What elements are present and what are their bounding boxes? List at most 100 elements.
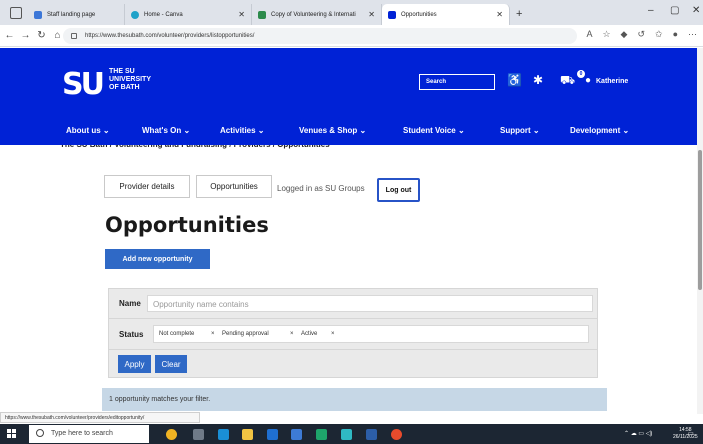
close-tab-icon[interactable]: ✕ <box>496 10 503 19</box>
cart-count-badge: 0 <box>577 70 585 78</box>
logo-text[interactable]: THE SU UNIVERSITY OF BATH <box>109 68 151 92</box>
site-header: SU THE SU UNIVERSITY OF BATH Search ♿ ✱ … <box>0 48 703 145</box>
outlook-icon[interactable] <box>366 429 377 440</box>
logo-line: UNIVERSITY <box>109 76 152 83</box>
settings-gear-icon[interactable]: ✱ <box>533 73 543 87</box>
nav-whats-on[interactable]: What's On ⌄ <box>142 126 220 135</box>
su-logo[interactable]: SU <box>62 67 105 102</box>
status-tag-active: Active <box>301 331 318 337</box>
browser-tab-strip: Staff landing page Home - Canva ✕ Copy o… <box>0 0 703 25</box>
logo-line: THE SU <box>109 68 135 75</box>
refresh-icon[interactable]: ↻ <box>35 30 48 41</box>
provider-details-button[interactable]: Provider details <box>104 175 190 198</box>
tab-staff-landing[interactable]: Staff landing page <box>28 4 125 25</box>
logged-in-text: Logged in as SU Groups <box>277 184 365 193</box>
app-icon[interactable] <box>341 429 352 440</box>
more-icon[interactable]: ⋯ <box>688 29 697 40</box>
window-menu-icon[interactable] <box>10 7 22 19</box>
name-label: Name <box>119 299 141 308</box>
status-tag-pending-approval: Pending approval <box>222 331 269 337</box>
name-filter-input[interactable]: Opportunity name contains <box>147 295 593 312</box>
nav-activities[interactable]: Activities ⌄ <box>220 126 299 135</box>
divider <box>109 318 597 319</box>
taskbar-search-input[interactable]: Type here to search <box>29 425 149 443</box>
close-tab-icon[interactable]: ✕ <box>368 10 375 19</box>
edge-icon[interactable] <box>218 429 229 440</box>
maximize-icon[interactable]: ▢ <box>670 5 679 16</box>
url-text: https://www.thesubath.com/volunteer/prov… <box>85 33 255 39</box>
tab-label: Home - Canva <box>144 11 183 18</box>
status-tag-not-complete: Not complete <box>159 331 195 337</box>
log-out-button[interactable]: Log out <box>377 178 420 202</box>
tab-canva[interactable]: Home - Canva ✕ <box>125 4 252 25</box>
remove-tag-icon[interactable]: × <box>211 331 215 337</box>
search-icon <box>36 429 44 437</box>
profile-icon[interactable]: ● <box>673 29 678 40</box>
basket-icon[interactable]: ⛟ <box>560 73 575 89</box>
nav-student-voice[interactable]: Student Voice ⌄ <box>403 126 500 135</box>
nav-venues-shop[interactable]: Venues & Shop ⌄ <box>299 126 403 135</box>
task-view-icon[interactable] <box>193 429 204 440</box>
taskbar-search-placeholder: Type here to search <box>51 430 113 437</box>
windows-taskbar: Type here to search ⌃ ☁ ▭ ◁) 14:58 26/11… <box>0 424 703 444</box>
clear-button[interactable]: Clear <box>155 355 187 373</box>
status-bar-url: https://www.thesubath.com/volunteer/prov… <box>0 412 200 423</box>
back-icon[interactable]: ← <box>3 30 16 41</box>
result-message: 1 opportunity matches your filter. <box>102 388 607 411</box>
address-bar-row: ← → ↻ ⌂ https://www.thesubath.com/volunt… <box>0 25 703 47</box>
tab-copy-volunteering[interactable]: Copy of Volunteering & Internati ✕ <box>252 4 382 25</box>
read-aloud-icon[interactable]: A <box>586 29 592 40</box>
minimize-icon[interactable]: – <box>648 5 654 16</box>
scrollbar-thumb[interactable] <box>698 150 702 290</box>
system-tray-icons[interactable]: ⌃ ☁ ▭ ◁) <box>624 430 652 437</box>
favorites-icon[interactable]: ✩ <box>655 29 663 40</box>
nav-support[interactable]: Support ⌄ <box>500 126 570 135</box>
status-filter-select[interactable]: Not complete × Pending approval × Active… <box>153 325 589 343</box>
name-placeholder: Opportunity name contains <box>153 300 249 309</box>
page-title: Opportunities <box>105 213 269 237</box>
chrome-icon[interactable] <box>391 429 402 440</box>
apply-button[interactable]: Apply <box>118 355 151 373</box>
notifications-icon[interactable]: ▭ <box>688 430 694 437</box>
teams-icon[interactable] <box>316 429 327 440</box>
refresh-extension-icon[interactable]: ↺ <box>637 29 645 40</box>
tab-opportunities[interactable]: Opportunities ✕ <box>382 4 510 25</box>
canva-favicon-icon <box>131 10 139 19</box>
status-label: Status <box>119 330 144 339</box>
mail-icon[interactable] <box>267 429 278 440</box>
doc-favicon-icon <box>258 10 266 19</box>
site-search-input[interactable]: Search <box>419 74 495 90</box>
word-icon[interactable] <box>291 429 302 440</box>
divider <box>109 349 597 350</box>
logo-line: OF BATH <box>109 84 140 91</box>
close-tab-icon[interactable]: ✕ <box>238 10 245 19</box>
browser-toolbar-icons: A ☆ ◆ ↺ ✩ ● ⋯ <box>586 29 697 40</box>
lock-icon <box>71 33 77 39</box>
new-tab-icon[interactable]: + <box>516 8 522 20</box>
remove-tag-icon[interactable]: × <box>290 331 294 337</box>
user-name[interactable]: Katherine <box>596 78 628 85</box>
windows-start-icon[interactable] <box>7 429 17 439</box>
remove-tag-icon[interactable]: × <box>331 331 335 337</box>
tab-label: Copy of Volunteering & Internati <box>271 11 356 18</box>
tab-label: Opportunities <box>401 11 437 18</box>
accessibility-icon[interactable]: ♿ <box>507 73 522 87</box>
tab-favicon-icon <box>34 10 42 19</box>
close-window-icon[interactable]: ✕ <box>692 5 700 16</box>
file-explorer-icon[interactable] <box>242 429 253 440</box>
opportunities-tab-button[interactable]: Opportunities <box>196 175 272 198</box>
su-favicon-icon <box>388 10 396 19</box>
forward-icon[interactable]: → <box>19 30 32 41</box>
page-scrollbar[interactable] <box>697 48 703 414</box>
add-new-opportunity-button[interactable]: Add new opportunity <box>105 249 210 269</box>
extension-icon[interactable]: ◆ <box>621 29 628 40</box>
main-nav: About us ⌄ What's On ⌄ Activities ⌄ Venu… <box>66 126 660 135</box>
nav-development[interactable]: Development ⌄ <box>570 126 660 135</box>
tab-label: Staff landing page <box>47 11 96 18</box>
breadcrumb[interactable]: The SU Bath / Volunteering and Fundraisi… <box>60 145 480 149</box>
nav-about-us[interactable]: About us ⌄ <box>66 126 142 135</box>
copilot-icon[interactable] <box>166 429 177 440</box>
url-field[interactable]: https://www.thesubath.com/volunteer/prov… <box>63 28 577 44</box>
user-icon[interactable]: ● <box>585 75 591 86</box>
favorite-star-icon[interactable]: ☆ <box>602 29 610 40</box>
